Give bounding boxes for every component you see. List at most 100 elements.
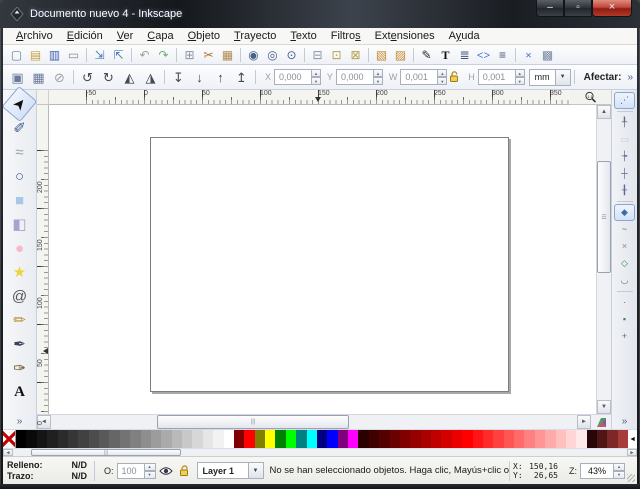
snap-enable-icon[interactable]: ⋰ — [614, 92, 635, 109]
color-swatch[interactable] — [99, 430, 109, 448]
snap-nodes-icon[interactable]: ◆ — [614, 204, 635, 221]
tool-text[interactable]: A — [6, 380, 33, 404]
scroll-right-icon[interactable]: ► — [577, 415, 591, 429]
color-swatch[interactable] — [566, 430, 576, 448]
palette-scroll-arrow-icon[interactable]: ◄ — [628, 430, 637, 448]
color-swatch[interactable] — [431, 430, 441, 448]
color-swatch[interactable] — [483, 430, 493, 448]
color-swatch[interactable] — [151, 430, 161, 448]
text-dialog-icon[interactable]: T — [436, 46, 455, 64]
scroll-up-icon[interactable]: ▲ — [597, 105, 611, 119]
tool-tweak[interactable]: ≈ — [6, 140, 33, 164]
menu-item[interactable]: Ayuda — [442, 29, 487, 43]
xml-editor-icon[interactable]: <> — [474, 46, 493, 64]
document-page[interactable] — [150, 137, 509, 392]
color-swatch[interactable] — [317, 430, 327, 448]
color-swatch[interactable] — [255, 430, 265, 448]
snap-cusp-nodes-icon[interactable]: ◇ — [614, 255, 635, 272]
maximize-button[interactable]: ▫ — [564, 0, 592, 17]
h-spinner[interactable]: ▲▼ — [516, 69, 525, 85]
tool-calligraphy[interactable]: ✑ — [6, 356, 33, 380]
menu-item[interactable]: Edición — [60, 29, 110, 43]
tool-rectangle[interactable]: ■ — [6, 188, 33, 212]
raise-icon[interactable]: ↑ — [210, 67, 231, 87]
color-swatch[interactable] — [203, 430, 213, 448]
zoom-page-icon[interactable]: ⊙ — [282, 46, 301, 64]
menu-item[interactable]: Trayecto — [227, 29, 283, 43]
color-swatch[interactable] — [618, 430, 628, 448]
color-swatch[interactable] — [421, 430, 431, 448]
menu-item[interactable]: Texto — [283, 29, 323, 43]
snap-object-centers-icon[interactable]: ▪ — [614, 311, 635, 328]
fill-stroke-dialog-icon[interactable]: ✎ — [417, 46, 436, 64]
color-swatch[interactable] — [338, 430, 348, 448]
color-swatch[interactable] — [410, 430, 420, 448]
x-field[interactable]: 0,000 — [274, 69, 312, 85]
color-swatch[interactable] — [576, 430, 586, 448]
undo-icon[interactable]: ↶ — [135, 46, 154, 64]
deselect-icon[interactable]: ⊘ — [49, 67, 70, 87]
color-swatch[interactable] — [224, 430, 234, 448]
snap-midpoints-icon[interactable]: ∙ — [614, 294, 635, 311]
color-swatch[interactable] — [182, 430, 192, 448]
color-swatch[interactable] — [37, 430, 47, 448]
layer-selector[interactable]: Layer 1 ▼ — [197, 462, 264, 479]
color-wheel-icon[interactable] — [591, 415, 611, 429]
color-swatch[interactable] — [172, 430, 182, 448]
color-swatch[interactable] — [504, 430, 514, 448]
h-field[interactable]: 0,001 — [478, 69, 516, 85]
units-combo[interactable]: mm ▼ — [529, 69, 571, 86]
horizontal-scrollbar[interactable]: ◄ ||| ► — [37, 414, 611, 429]
color-swatch[interactable] — [16, 430, 26, 448]
tool-3d-box[interactable]: ◧ — [6, 212, 33, 236]
menu-item[interactable]: Ver — [110, 29, 141, 43]
close-button[interactable]: × — [592, 0, 632, 17]
color-swatch[interactable] — [234, 430, 244, 448]
layer-lock-icon[interactable] — [179, 465, 190, 477]
zoom-selection-icon[interactable]: ◉ — [244, 46, 263, 64]
import-icon[interactable]: ⇲ — [90, 46, 109, 64]
preferences-icon[interactable]: × — [519, 46, 538, 64]
vertical-ruler[interactable]: 200150100500 — [37, 105, 49, 414]
color-swatch[interactable] — [89, 430, 99, 448]
color-swatch[interactable] — [587, 430, 597, 448]
color-swatch[interactable] — [307, 430, 317, 448]
zoom-spinner[interactable]: ▲▼ — [614, 463, 625, 479]
color-swatch[interactable] — [535, 430, 545, 448]
x-spinner[interactable]: ▲▼ — [312, 69, 321, 85]
tool-ellipse[interactable]: ● — [6, 236, 33, 260]
new-document-icon[interactable]: ▢ — [7, 46, 26, 64]
menu-item[interactable]: Objeto — [181, 29, 227, 43]
lower-to-bottom-icon[interactable]: ↧ — [168, 67, 189, 87]
y-field[interactable]: 0,000 — [336, 69, 374, 85]
menu-item[interactable]: Extensiones — [368, 29, 442, 43]
snap-smooth-nodes-icon[interactable]: ◡ — [614, 272, 635, 289]
snap-rotation-centers-icon[interactable]: + — [614, 328, 635, 345]
lower-icon[interactable]: ↓ — [189, 67, 210, 87]
layers-dialog-icon[interactable]: ≣ — [455, 46, 474, 64]
snap-paths-icon[interactable]: ~ — [614, 221, 635, 238]
stroke-value[interactable]: N/D — [72, 471, 88, 481]
menu-item[interactable]: Filtros — [324, 29, 368, 43]
color-swatch[interactable] — [400, 430, 410, 448]
color-swatch[interactable] — [120, 430, 130, 448]
group-icon[interactable]: ▧ — [372, 46, 391, 64]
redo-icon[interactable]: ↷ — [154, 46, 173, 64]
cut-icon[interactable]: ✂ — [199, 46, 218, 64]
open-document-icon[interactable]: ▤ — [26, 46, 45, 64]
color-swatch[interactable] — [265, 430, 275, 448]
duplicate-icon[interactable]: ⊟ — [308, 46, 327, 64]
color-swatch[interactable] — [286, 430, 296, 448]
create-clone-icon[interactable]: ⊡ — [327, 46, 346, 64]
palette-scroll-thumb[interactable]: ||| — [31, 449, 181, 456]
color-swatch[interactable] — [514, 430, 524, 448]
menu-item[interactable]: Capa — [140, 29, 180, 43]
tool-pencil[interactable]: ✏ — [6, 308, 33, 332]
opacity-field[interactable]: 100 — [117, 463, 145, 479]
color-swatch[interactable] — [441, 430, 451, 448]
color-swatch[interactable] — [192, 430, 202, 448]
color-swatch[interactable] — [358, 430, 368, 448]
w-spinner[interactable]: ▲▼ — [438, 69, 447, 85]
copy-icon[interactable]: ⊞ — [180, 46, 199, 64]
layer-visibility-eye-icon[interactable] — [159, 466, 173, 476]
